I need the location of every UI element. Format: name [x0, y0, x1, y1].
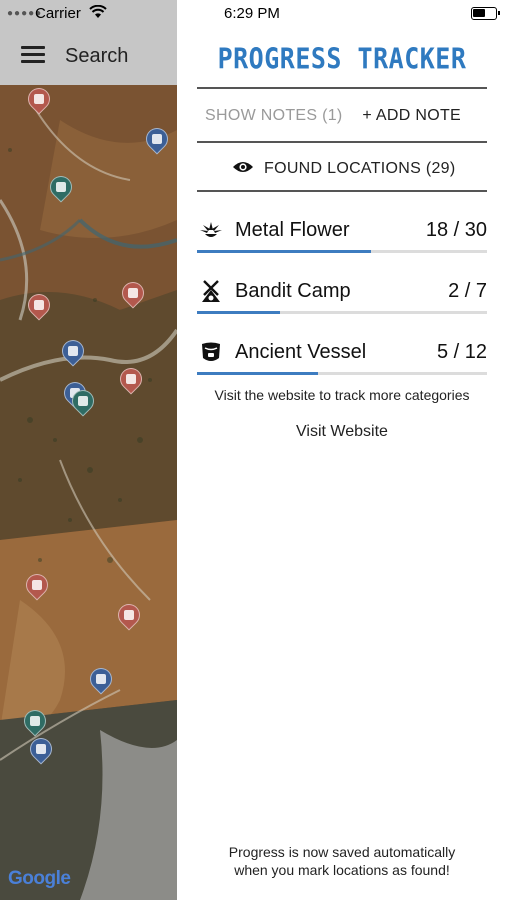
hamburger-menu-icon[interactable]	[21, 46, 45, 64]
category-count: 2 / 7	[448, 280, 487, 302]
page-title: PROGRESS TRACKER	[217, 41, 467, 76]
bandit-camp-icon	[202, 280, 220, 302]
progress-tracker-panel: 6:29 PM PROGRESS TRACKER SHOW NOTES (1) …	[177, 0, 507, 900]
map-view[interactable]: ●●●●● Carrier Search Google	[0, 0, 177, 900]
metal-flower-icon	[200, 222, 222, 237]
visit-website-button[interactable]: Visit Website	[177, 423, 507, 441]
category-name: Metal Flower	[235, 219, 350, 241]
autosave-line: Progress is now saved automatically	[228, 844, 456, 860]
show-notes-button[interactable]: SHOW NOTES (1)	[205, 107, 343, 125]
search-label[interactable]: Search	[65, 45, 128, 68]
google-logo-text: Google	[8, 868, 71, 889]
status-bar-left: ●●●●● Carrier	[0, 0, 177, 26]
wifi-icon	[89, 5, 107, 18]
divider	[197, 87, 487, 89]
category-progress-fill	[197, 250, 371, 253]
status-time: 6:29 PM	[224, 5, 280, 22]
google-attribution: Google	[8, 868, 71, 890]
category-name: Ancient Vessel	[235, 341, 367, 363]
add-note-button[interactable]: + ADD NOTE	[362, 107, 461, 125]
autosave-line: when you mark locations as found!	[234, 862, 450, 878]
category-count: 5 / 12	[436, 341, 487, 363]
found-locations-button[interactable]: FOUND LOCATIONS (29)	[197, 144, 487, 190]
category-row-metal-flower[interactable]: Metal Flower 18 / 30	[197, 209, 487, 253]
battery-icon	[471, 7, 500, 20]
category-name: Bandit Camp	[235, 280, 351, 302]
divider	[197, 141, 487, 143]
category-count: 18 / 30	[425, 219, 487, 241]
found-locations-label: FOUND LOCATIONS (29)	[264, 160, 456, 177]
category-progress-fill	[197, 372, 318, 375]
notes-row: SHOW NOTES (1) + ADD NOTE	[197, 90, 487, 140]
carrier-label: Carrier	[35, 5, 81, 22]
eye-icon	[233, 162, 253, 172]
category-row-ancient-vessel[interactable]: Ancient Vessel 5 / 12	[197, 331, 487, 375]
category-row-bandit-camp[interactable]: Bandit Camp 2 / 7	[197, 270, 487, 314]
ancient-vessel-icon	[202, 342, 220, 361]
category-progress-bar	[197, 250, 487, 253]
autosave-notice: Progress is now saved automatically when…	[197, 843, 487, 879]
divider	[197, 190, 487, 192]
visit-website-hint: Visit the website to track more categori…	[214, 387, 470, 403]
status-bar-right: 6:29 PM	[177, 0, 507, 26]
category-progress-bar	[197, 311, 487, 314]
category-progress-bar	[197, 372, 487, 375]
search-bar[interactable]: Search	[0, 26, 177, 85]
category-progress-fill	[197, 311, 280, 314]
